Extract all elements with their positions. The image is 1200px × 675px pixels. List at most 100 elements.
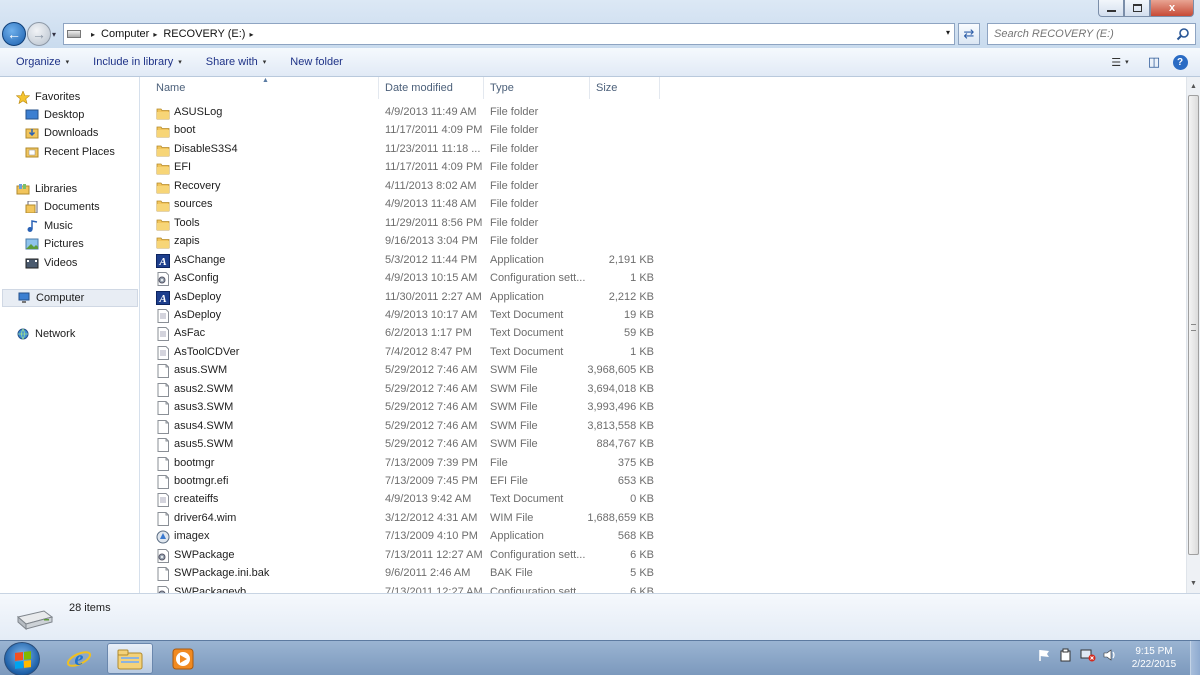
column-size-label: Size [596, 82, 618, 94]
address-bar[interactable]: ▸ Computer ▸ RECOVERY (E:) ▸ ▾ [63, 23, 955, 45]
folder-row[interactable]: Tools 11/29/2011 8:56 PM File folder [146, 215, 666, 233]
system-tray [1036, 647, 1118, 663]
column-header-date[interactable]: Date modified [379, 77, 484, 99]
file-row[interactable]: AsToolCDVer 7/4/2012 8:47 PM Text Document… [146, 344, 666, 362]
text-icon [156, 308, 170, 323]
file-row[interactable]: SWPackagevb 7/13/2011 12:27 AM Configurati… [146, 584, 666, 593]
new-folder-button[interactable]: New folder [282, 56, 351, 68]
taskbar-windows-explorer[interactable] [107, 643, 153, 674]
file-date-modified: 4/9/2013 11:49 AM [385, 106, 477, 118]
refresh-button[interactable]: ⇄ [958, 23, 980, 45]
help-button[interactable]: ? [1170, 53, 1190, 71]
column-header-size[interactable]: Size [590, 77, 660, 99]
file-row[interactable]: bootmgr.efi 7/13/2009 7:45 PM EFI File 653 … [146, 473, 666, 491]
file-row[interactable]: asus3.SWM 5/29/2012 7:46 AM SWM File 3,993,… [146, 399, 666, 417]
maximize-button[interactable] [1124, 0, 1150, 17]
file-row[interactable]: AsDeploy 4/9/2013 10:17 AM Text Document 19… [146, 307, 666, 325]
search-box[interactable] [987, 23, 1196, 45]
file-name: AsDeploy [174, 308, 222, 321]
sidebar-item-downloads[interactable]: Downloads [0, 124, 139, 142]
command-bar: Organize ▾ Include in library ▾ Share wi… [0, 48, 1200, 77]
breadcrumb-computer[interactable]: Computer [101, 28, 149, 40]
file-size: 3,968,605 KB [587, 364, 654, 377]
folder-row[interactable]: sources 4/9/2013 11:48 AM File folder [146, 196, 666, 214]
sidebar-item-computer[interactable]: Computer [2, 289, 138, 307]
sidebar-item-network[interactable]: Network [0, 325, 139, 343]
network-error-icon[interactable] [1080, 647, 1096, 663]
file-row[interactable]: asus5.SWM 5/29/2012 7:46 AM SWM File 884,76… [146, 436, 666, 454]
file-row[interactable]: driver64.wim 3/12/2012 4:31 AM WIM File 1,6… [146, 510, 666, 528]
clock[interactable]: 9:15 PM 2/22/2015 [1124, 645, 1184, 671]
folder-row[interactable]: boot 11/17/2011 4:09 PM File folder [146, 122, 666, 140]
include-in-library-button[interactable]: Include in library ▾ [85, 56, 190, 68]
file-name: boot [174, 124, 196, 137]
sidebar-item-videos[interactable]: Videos [0, 254, 139, 272]
minimize-button[interactable] [1098, 0, 1124, 17]
file-row[interactable]: createiffs 4/9/2013 9:42 AM Text Document 0… [146, 491, 666, 509]
file-row[interactable]: AsConfig 4/9/2013 10:15 AM Configuration s… [146, 270, 666, 288]
start-button[interactable] [4, 642, 40, 675]
file-size: 1 KB [630, 345, 654, 358]
file-row[interactable]: A AsDeploy 11/30/2011 2:27 AM Application 2,… [146, 289, 666, 307]
breadcrumb-separator[interactable]: ▸ [153, 30, 157, 39]
sidebar-item-label: Computer [36, 292, 85, 304]
file-row[interactable]: A AsChange 5/3/2012 11:44 PM Application 2,1… [146, 252, 666, 270]
folder-row[interactable]: DisableS3S4 11/23/2011 11:18 ... File fold… [146, 141, 666, 159]
file-row[interactable]: asus2.SWM 5/29/2012 7:46 AM SWM File 3,694,… [146, 381, 666, 399]
sidebar-item-recent-places[interactable]: Recent Places [0, 143, 139, 161]
address-dropdown[interactable]: ▾ [946, 28, 950, 37]
back-button[interactable]: ← [2, 22, 26, 46]
file-date-modified: 4/9/2013 9:42 AM [385, 493, 472, 506]
file-list: ASUSLog 4/9/2013 11:49 AM File folder boot 1… [146, 104, 1186, 593]
file-name: bootmgr [174, 456, 215, 469]
file-row[interactable]: asus4.SWM 5/29/2012 7:46 AM SWM File 3,813,… [146, 418, 666, 436]
recent-pages-dropdown[interactable]: ▾ [52, 30, 56, 39]
volume-icon[interactable] [1102, 647, 1118, 663]
computer-icon [17, 292, 31, 304]
sidebar-item-pictures[interactable]: Pictures [0, 235, 139, 253]
sidebar-item-documents[interactable]: Documents [0, 198, 139, 216]
scroll-up-button[interactable]: ▲ [1187, 78, 1200, 94]
forward-button[interactable]: → [27, 22, 51, 46]
close-button[interactable]: x [1150, 0, 1194, 17]
change-view-button[interactable]: ☰ ▾ [1110, 53, 1130, 71]
drive-icon [16, 610, 54, 631]
folder-row[interactable]: Recovery 4/11/2013 8:02 AM File folder [146, 178, 666, 196]
sidebar-item-label: Downloads [44, 127, 99, 139]
action-center-flag-icon[interactable] [1036, 647, 1052, 663]
file-type: BAK File [490, 567, 533, 580]
sidebar-item-music[interactable]: Music [0, 217, 139, 235]
sidebar-item-libraries[interactable]: Libraries [0, 180, 139, 198]
file-row[interactable]: imagex 7/13/2009 4:10 PM Application 568 KB [146, 528, 666, 546]
share-with-label: Share with [205, 56, 258, 68]
column-header-type[interactable]: Type [484, 77, 590, 99]
sidebar-item-favorites[interactable]: Favorites [0, 88, 139, 106]
file-row[interactable]: asus.SWM 5/29/2012 7:46 AM SWM File 3,968,6… [146, 362, 666, 380]
folder-row[interactable]: ASUSLog 4/9/2013 11:49 AM File folder [146, 104, 666, 122]
breadcrumb-separator[interactable]: ▸ [91, 30, 95, 39]
file-row[interactable]: SWPackage 7/13/2011 12:27 AM Configuration… [146, 547, 666, 565]
taskbar-media-player[interactable] [160, 643, 206, 674]
help-icon: ? [1172, 54, 1188, 70]
scroll-down-button[interactable]: ▼ [1187, 575, 1200, 591]
power-icon[interactable] [1058, 647, 1074, 663]
scroll-thumb[interactable] [1188, 95, 1199, 555]
chevron-down-icon: ▾ [1125, 59, 1129, 66]
share-with-button[interactable]: Share with ▾ [198, 56, 275, 68]
sidebar-item-desktop[interactable]: Desktop [0, 106, 139, 124]
folder-row[interactable]: zapis 9/16/2013 3:04 PM File folder [146, 233, 666, 251]
taskbar-internet-explorer[interactable]: e [56, 643, 102, 674]
search-icon[interactable] [1176, 27, 1190, 41]
vertical-scrollbar[interactable]: ▲ ▼ [1186, 77, 1200, 593]
file-row[interactable]: AsFac 6/2/2013 1:17 PM Text Document 59 KB [146, 325, 666, 343]
breadcrumb-recovery[interactable]: RECOVERY (E:) [163, 28, 245, 40]
preview-pane-button[interactable]: ◫ [1144, 53, 1164, 71]
folder-row[interactable]: EFI 11/17/2011 4:09 PM File folder [146, 159, 666, 177]
file-row[interactable]: bootmgr 7/13/2009 7:39 PM File 375 KB [146, 455, 666, 473]
show-desktop-button[interactable] [1190, 641, 1200, 675]
search-input[interactable] [994, 28, 1169, 40]
details-pane: 28 items [0, 593, 1200, 640]
file-row[interactable]: SWPackage.ini.bak 9/6/2011 2:46 AM BAK Fil… [146, 565, 666, 583]
breadcrumb-separator[interactable]: ▸ [249, 30, 253, 39]
organize-button[interactable]: Organize ▾ [8, 56, 77, 68]
